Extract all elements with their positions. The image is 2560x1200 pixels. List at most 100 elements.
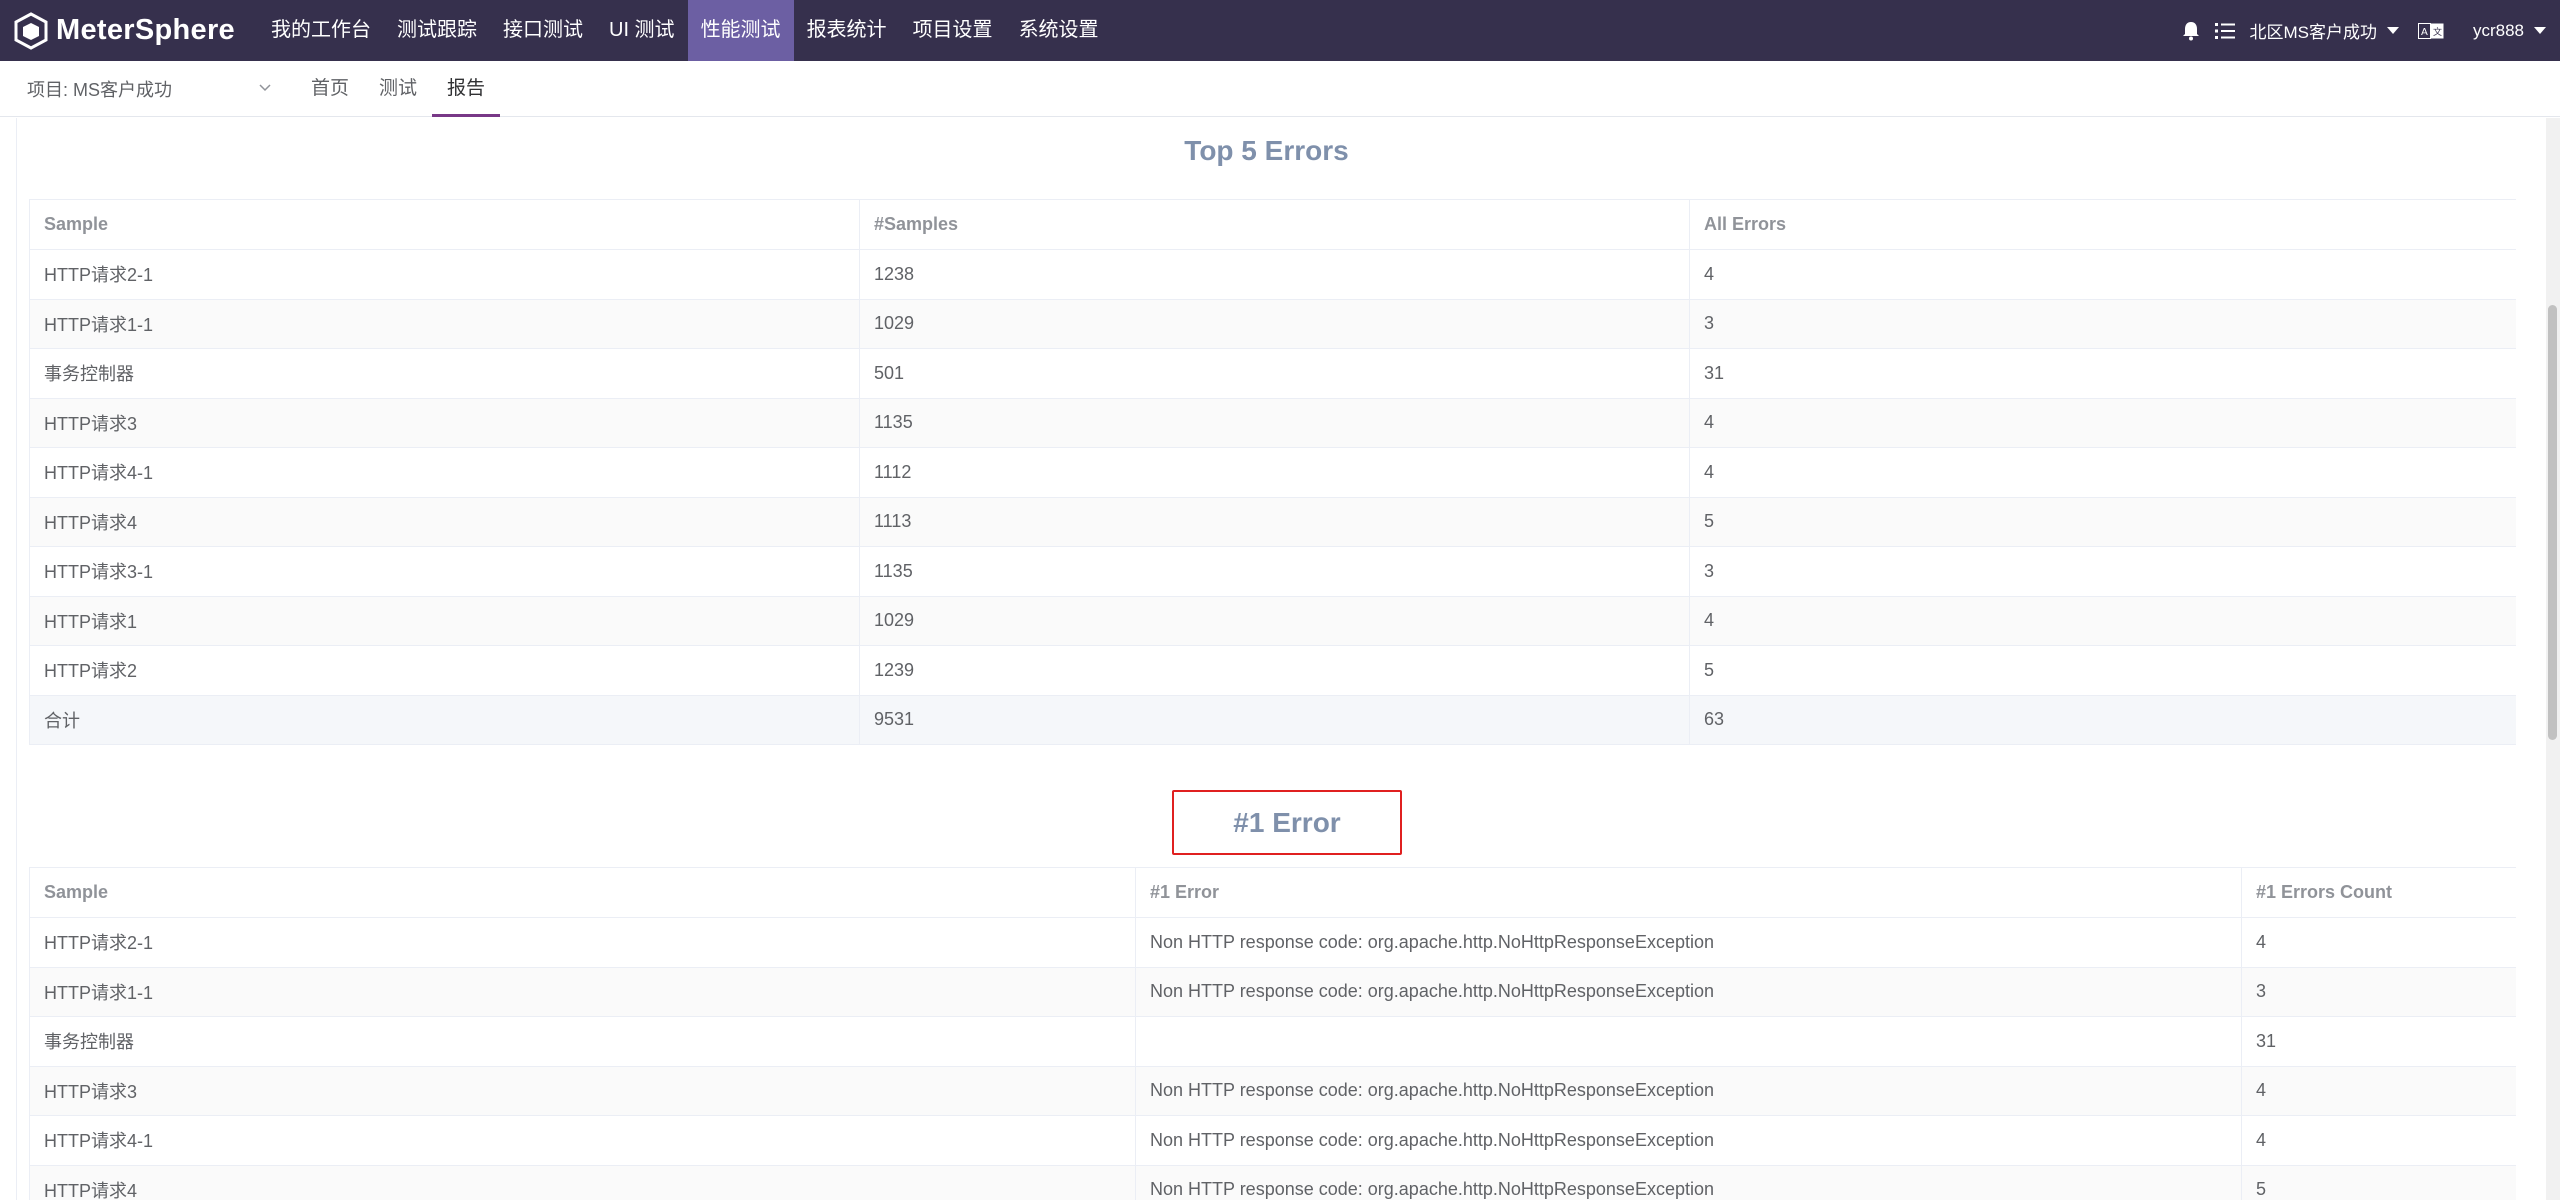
table-cell: Non HTTP response code: org.apache.http.… — [1135, 1164, 2242, 1200]
nav-item-report-stats[interactable]: 报表统计 — [794, 0, 900, 61]
table-row[interactable]: 事务控制器 501 31 — [29, 348, 2516, 399]
table-cell: 1112 — [859, 447, 1690, 498]
metersphere-logo-icon — [14, 11, 48, 50]
table-row[interactable]: HTTP请求1-1 1029 3 — [29, 298, 2516, 349]
project-selector[interactable]: 项目: MS客户成功 — [0, 61, 288, 117]
table-row[interactable]: HTTP请求1 1029 4 — [29, 595, 2516, 646]
table-cell: 4 — [1689, 249, 2516, 300]
table-row[interactable]: HTTP请求3-1 1135 3 — [29, 546, 2516, 597]
header-right: 北区MS客户成功 A文 ycr888 — [2179, 0, 2560, 61]
table-cell: 4 — [2241, 1115, 2516, 1166]
table-cell: 1238 — [859, 249, 1690, 300]
table-row[interactable]: HTTP请求3 Non HTTP response code: org.apach… — [29, 1065, 2516, 1116]
app-logo[interactable]: MeterSphere — [0, 0, 258, 61]
table-cell: 5 — [1689, 496, 2516, 547]
top-errors-header: Top 5 Errors — [17, 118, 2516, 177]
table-cell: HTTP请求2-1 — [29, 917, 1136, 968]
table-cell: 4 — [1689, 447, 2516, 498]
error1-title-highlight: #1 Error — [1172, 790, 1402, 855]
nav-item-test-track[interactable]: 测试跟踪 — [384, 0, 490, 61]
table-cell: HTTP请求4 — [29, 1164, 1136, 1200]
workspace-switcher[interactable]: 北区MS客户成功 — [2249, 18, 2399, 43]
table-cell: 3 — [1689, 298, 2516, 349]
error1-table: Sample #1 Error #1 Errors Count HTTP请求2-… — [29, 867, 2516, 1200]
table-cell: 4 — [2241, 1065, 2516, 1116]
column-header[interactable]: Sample — [29, 867, 1136, 918]
table-cell: HTTP请求1-1 — [29, 966, 1136, 1017]
workspace-name: 北区MS客户成功 — [2249, 23, 2377, 42]
report-content[interactable]: Top 5 Errors Sample #Samples All Errors … — [16, 118, 2516, 1200]
table-cell: HTTP请求1-1 — [29, 298, 860, 349]
table-cell: 合计 — [29, 694, 860, 745]
table-cell: 1135 — [859, 546, 1690, 597]
table-cell: 3 — [2241, 966, 2516, 1017]
table-row[interactable]: HTTP请求3 1135 4 — [29, 397, 2516, 448]
table-cell: HTTP请求1 — [29, 595, 860, 646]
table-row[interactable]: HTTP请求4 1113 5 — [29, 496, 2516, 547]
table-cell: HTTP请求2 — [29, 645, 860, 696]
sub-header: 项目: MS客户成功 首页 测试 报告 — [0, 61, 2560, 117]
table-cell: 501 — [859, 348, 1690, 399]
tab-test[interactable]: 测试 — [364, 61, 432, 117]
svg-text:文: 文 — [2433, 26, 2442, 38]
table-cell: Non HTTP response code: org.apache.http.… — [1135, 1115, 2242, 1166]
bell-icon[interactable] — [2179, 0, 2203, 61]
table-cell: 1029 — [859, 298, 1690, 349]
chevron-down-icon — [2386, 27, 2399, 34]
column-header[interactable]: #Samples — [859, 199, 1690, 250]
table-cell: 1113 — [859, 496, 1690, 547]
tab-report[interactable]: 报告 — [432, 61, 501, 117]
table-row[interactable]: HTTP请求4-1 1112 4 — [29, 447, 2516, 498]
table-row[interactable]: HTTP请求2-1 Non HTTP response code: org.apa… — [29, 917, 2516, 968]
top-navbar: MeterSphere 我的工作台 测试跟踪 接口测试 UI 测试 性能测试 报… — [0, 0, 2560, 61]
table-header-row: Sample #1 Error #1 Errors Count — [29, 867, 2516, 918]
table-cell — [1135, 1016, 2242, 1067]
nav-item-system-settings[interactable]: 系统设置 — [1006, 0, 1112, 61]
table-cell: HTTP请求3 — [29, 397, 860, 448]
scrollbar-thumb[interactable] — [2548, 305, 2557, 740]
user-menu[interactable]: ycr888 — [2473, 21, 2546, 41]
table-total-row: 合计 9531 63 — [29, 694, 2516, 745]
table-row[interactable]: HTTP请求2-1 1238 4 — [29, 249, 2516, 300]
main-nav: 我的工作台 测试跟踪 接口测试 UI 测试 性能测试 报表统计 项目设置 系统设… — [258, 0, 1112, 61]
table-cell: 31 — [2241, 1016, 2516, 1067]
top-errors-table: Sample #Samples All Errors HTTP请求2-1 1238… — [29, 199, 2516, 745]
column-header[interactable]: #1 Error — [1135, 867, 2242, 918]
nav-item-api-test[interactable]: 接口测试 — [490, 0, 596, 61]
nav-item-performance-test[interactable]: 性能测试 — [687, 0, 794, 61]
table-cell: Non HTTP response code: org.apache.http.… — [1135, 966, 2242, 1017]
username: ycr888 — [2472, 20, 2524, 40]
tab-home[interactable]: 首页 — [296, 61, 364, 117]
table-header-row: Sample #Samples All Errors — [29, 199, 2516, 250]
table-cell: 4 — [1689, 397, 2516, 448]
nav-item-project-settings[interactable]: 项目设置 — [900, 0, 1006, 61]
column-header[interactable]: All Errors — [1689, 199, 2516, 250]
column-header[interactable]: Sample — [29, 199, 860, 250]
table-cell: HTTP请求4-1 — [29, 1115, 1136, 1166]
table-cell: 9531 — [859, 694, 1690, 745]
table-cell: 5 — [2241, 1164, 2516, 1200]
table-cell: HTTP请求3-1 — [29, 546, 860, 597]
table-cell: HTTP请求4 — [29, 496, 860, 547]
table-row[interactable]: 事务控制器 31 — [29, 1016, 2516, 1067]
table-row[interactable]: HTTP请求4-1 Non HTTP response code: org.apa… — [29, 1115, 2516, 1166]
table-cell: 事务控制器 — [29, 348, 860, 399]
table-cell: 5 — [1689, 645, 2516, 696]
nav-item-ui-test[interactable]: UI 测试 — [596, 0, 688, 61]
top-errors-title: Top 5 Errors — [1184, 135, 1349, 166]
table-cell: 1135 — [859, 397, 1690, 448]
table-row[interactable]: HTTP请求2 1239 5 — [29, 645, 2516, 696]
table-row[interactable]: HTTP请求1-1 Non HTTP response code: org.apa… — [29, 966, 2516, 1017]
translate-icon[interactable]: A文 — [2417, 0, 2445, 61]
table-cell: 事务控制器 — [29, 1016, 1136, 1067]
task-list-icon[interactable] — [2213, 0, 2237, 61]
nav-item-workbench[interactable]: 我的工作台 — [258, 0, 384, 61]
table-cell: Non HTTP response code: org.apache.http.… — [1135, 917, 2242, 968]
table-cell: 1029 — [859, 595, 1690, 646]
column-header[interactable]: #1 Errors Count — [2241, 867, 2516, 918]
sub-tabs: 首页 测试 报告 — [296, 61, 501, 117]
table-cell: 31 — [1689, 348, 2516, 399]
table-cell: Non HTTP response code: org.apache.http.… — [1135, 1065, 2242, 1116]
table-row[interactable]: HTTP请求4 Non HTTP response code: org.apach… — [29, 1164, 2516, 1200]
table-cell: 1239 — [859, 645, 1690, 696]
